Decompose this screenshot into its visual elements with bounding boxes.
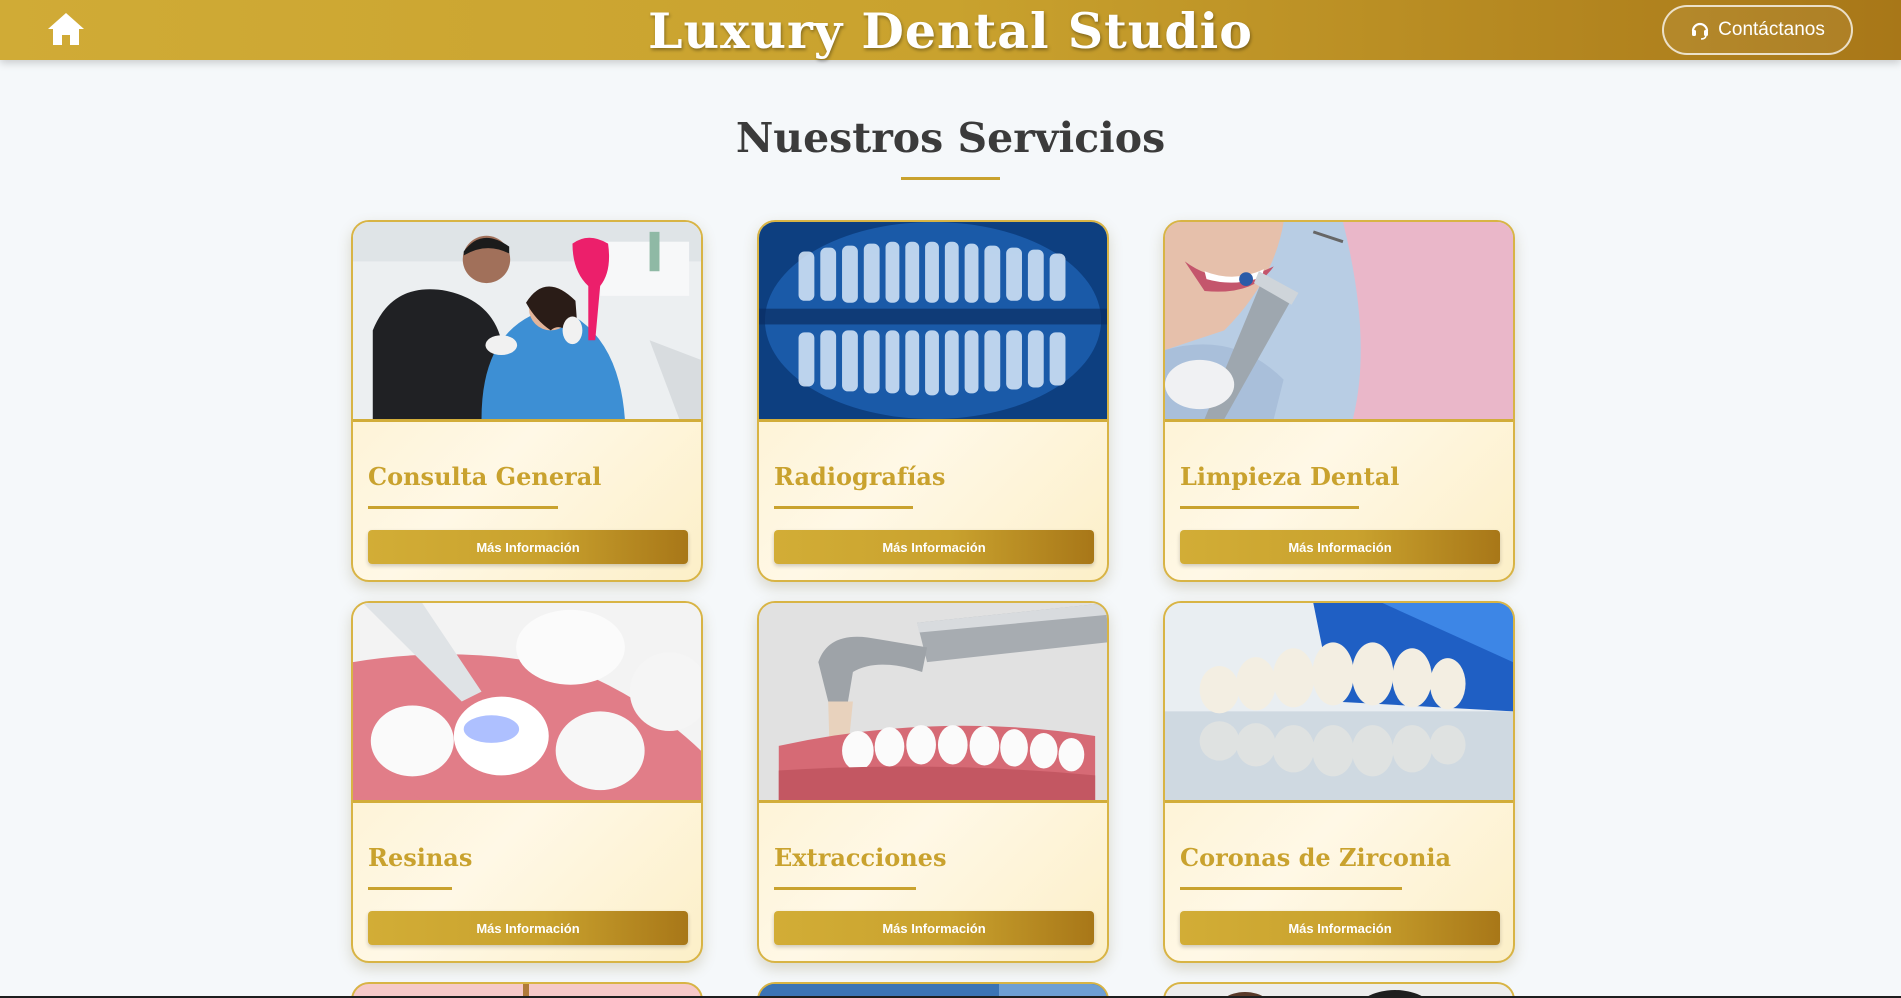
tooth-extraction-render bbox=[759, 603, 1107, 803]
dentist-patient-photo bbox=[353, 222, 701, 422]
more-info-button[interactable]: Más Información bbox=[1180, 530, 1500, 564]
more-info-button[interactable]: Más Información bbox=[774, 911, 1094, 945]
service-card: Coronas de Zirconia Más Información bbox=[1163, 601, 1515, 963]
service-card: Extracciones Más Información bbox=[757, 601, 1109, 963]
service-card: Limpieza Dental Más Información bbox=[1163, 220, 1515, 582]
resin-filling-render bbox=[353, 603, 701, 803]
card-title-underline bbox=[1180, 506, 1359, 509]
card-title-underline bbox=[368, 887, 452, 890]
dental-cleaning-photo bbox=[1165, 222, 1513, 422]
contact-label: Contáctanos bbox=[1718, 19, 1825, 40]
more-info-button[interactable]: Más Información bbox=[774, 530, 1094, 564]
more-info-button[interactable]: Más Información bbox=[368, 530, 688, 564]
card-title: Limpieza Dental bbox=[1180, 462, 1400, 491]
contact-button[interactable]: Contáctanos bbox=[1662, 5, 1853, 55]
more-info-button[interactable]: Más Información bbox=[1180, 911, 1500, 945]
site-title: Luxury Dental Studio bbox=[648, 2, 1253, 60]
headset-icon bbox=[1692, 22, 1709, 40]
card-title: Consulta General bbox=[368, 462, 602, 491]
more-info-button[interactable]: Más Información bbox=[368, 911, 688, 945]
dental-xray-photo bbox=[759, 222, 1107, 422]
card-title-underline bbox=[368, 506, 558, 509]
card-title: Radiografías bbox=[774, 462, 946, 491]
service-card: Radiografías Más Información bbox=[757, 220, 1109, 582]
service-card: Resinas Más Información bbox=[351, 601, 703, 963]
card-title: Coronas de Zirconia bbox=[1180, 843, 1452, 872]
service-card: Consulta General Más Información bbox=[351, 220, 703, 582]
site-header: Luxury Dental Studio Contáctanos bbox=[0, 0, 1901, 60]
card-title: Extracciones bbox=[774, 843, 947, 872]
card-title-underline bbox=[774, 506, 913, 509]
card-title: Resinas bbox=[368, 843, 473, 872]
title-underline bbox=[901, 177, 1000, 180]
zirconia-crowns-photo bbox=[1165, 603, 1513, 803]
card-title-underline bbox=[774, 887, 916, 890]
section-title: Nuestros Servicios bbox=[735, 114, 1166, 162]
card-title-underline bbox=[1180, 887, 1402, 890]
